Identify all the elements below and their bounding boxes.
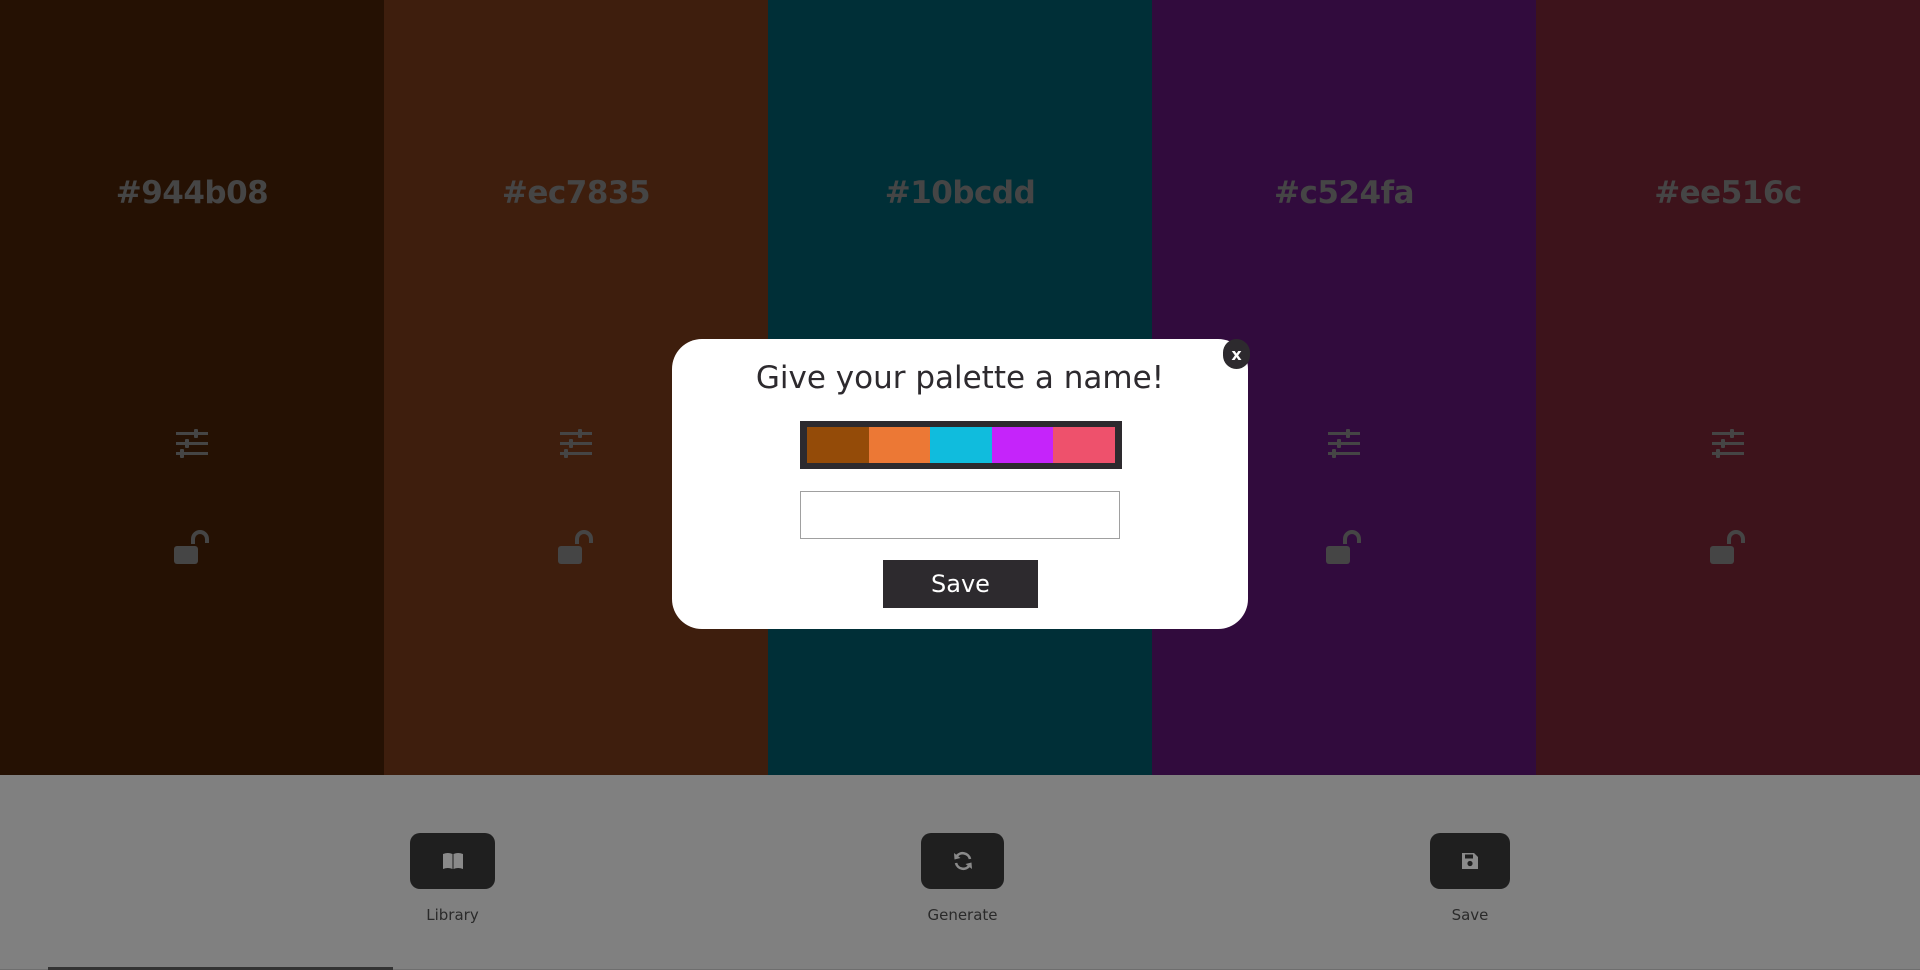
close-button[interactable]: x (1223, 339, 1250, 369)
save-palette-modal: Give your palette a name! Save (672, 339, 1248, 629)
generate-button[interactable] (921, 833, 1004, 889)
preview-swatch (930, 427, 992, 463)
book-icon (442, 853, 463, 869)
save-label: Save (1451, 906, 1489, 924)
floppy-disk-icon (1462, 853, 1478, 869)
generate-control: Generate (921, 833, 1004, 924)
palette-preview (800, 421, 1122, 469)
preview-swatch (991, 427, 1054, 463)
library-label: Library (426, 906, 479, 924)
modal-title: Give your palette a name! (755, 360, 1165, 396)
save-control: Save (1430, 833, 1510, 924)
preview-swatch (1053, 427, 1115, 463)
generate-label: Generate (927, 906, 998, 924)
refresh-icon (953, 851, 972, 871)
preview-swatch (868, 427, 931, 463)
save-palette-button[interactable] (1430, 833, 1510, 889)
palette-app: #944b08 #ec7835 #10bcdd (0, 0, 1920, 970)
preview-swatch (807, 427, 869, 463)
palette-name-input[interactable] (800, 491, 1120, 539)
library-button[interactable] (410, 833, 495, 889)
modal-save-button[interactable]: Save (883, 560, 1038, 608)
controls-panel: Library Generate Save (0, 775, 1920, 970)
library-control: Library (410, 833, 495, 924)
